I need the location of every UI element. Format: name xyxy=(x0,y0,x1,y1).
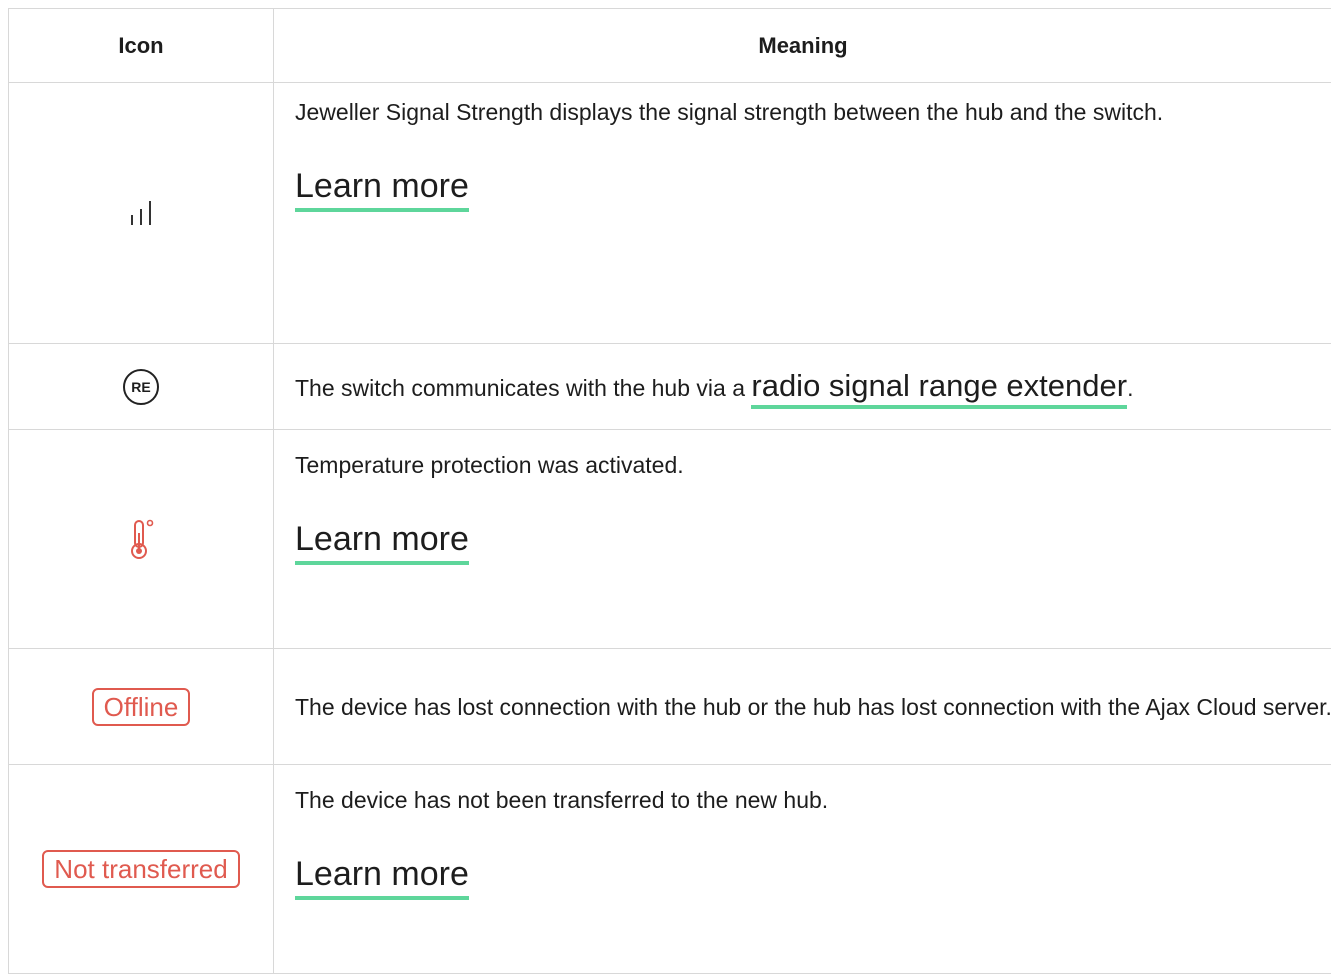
status-icons-table: Icon Meaning Jeweller Signal Strength di… xyxy=(8,8,1331,974)
header-icon: Icon xyxy=(9,9,274,82)
row-description: Temperature protection was activated. xyxy=(295,452,684,478)
row-description: The switch communicates with the hub via… xyxy=(295,367,1331,409)
table-row: Not transferred The device has not been … xyxy=(9,765,1331,974)
table-row: RE The switch communicates with the hub … xyxy=(9,344,1331,430)
table-header: Icon Meaning xyxy=(9,9,1331,83)
signal-strength-icon xyxy=(131,201,151,225)
learn-more-link[interactable]: Learn more xyxy=(295,517,469,565)
range-extender-link[interactable]: radio signal range extender xyxy=(751,367,1128,409)
table-row: Temperature protection was activated. Le… xyxy=(9,430,1331,649)
header-meaning: Meaning xyxy=(758,33,848,58)
thermometer-icon xyxy=(131,519,154,559)
row-description: The device has not been transferred to t… xyxy=(295,787,829,813)
learn-more-link[interactable]: Learn more xyxy=(295,852,469,900)
range-extender-icon: RE xyxy=(123,368,159,405)
row-description: The device has lost connection with the … xyxy=(295,694,1331,720)
table-row: Jeweller Signal Strength displays the si… xyxy=(9,83,1331,344)
not-transferred-badge: Not transferred xyxy=(42,850,240,888)
learn-more-link[interactable]: Learn more xyxy=(295,164,469,212)
row-description: Jeweller Signal Strength displays the si… xyxy=(295,99,1164,125)
table-row: Offline The device has lost connection w… xyxy=(9,649,1331,765)
offline-badge: Offline xyxy=(91,687,191,726)
